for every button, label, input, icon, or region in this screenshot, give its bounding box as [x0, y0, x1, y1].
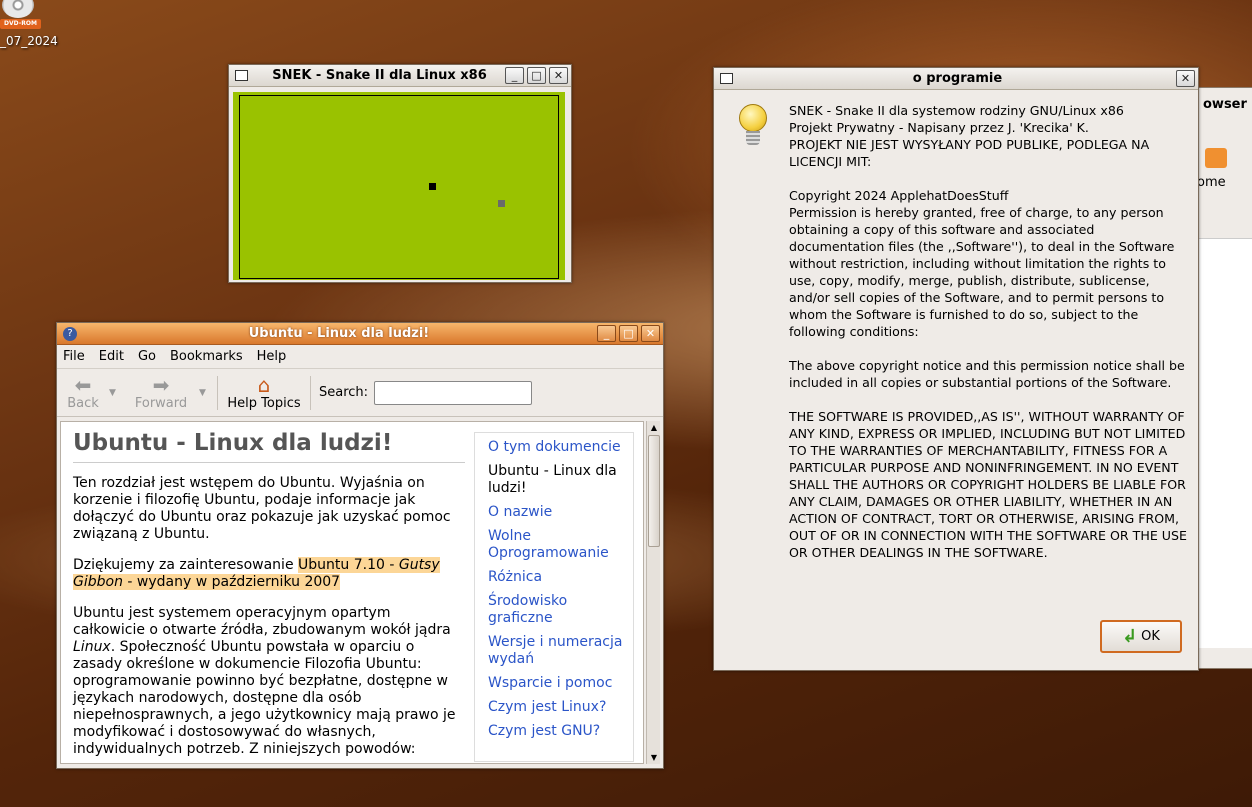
- document-body: Ubuntu - Linux dla ludzi! Ten rozdział j…: [73, 430, 465, 763]
- background-browser-content: [1191, 238, 1252, 648]
- snake-head: [429, 183, 436, 190]
- dvd-rom-tag: DVD-ROM: [0, 19, 41, 29]
- dvd-rom-desktop-icon[interactable]: DVD-ROM _07_2024: [0, 0, 62, 52]
- lightbulb-icon: [736, 104, 770, 150]
- help-topics-label: Help Topics: [227, 396, 301, 411]
- back-button[interactable]: ⬅ Back: [57, 374, 109, 411]
- search-label: Search:: [319, 385, 369, 400]
- window-menu-icon[interactable]: [720, 73, 733, 84]
- thanks-paragraph: Dziękujemy za zainteresowanie Ubuntu 7.1…: [73, 557, 465, 591]
- toc-link[interactable]: Wersje i numeracja wydań: [488, 634, 633, 668]
- menu-bookmarks[interactable]: Bookmarks: [170, 349, 243, 364]
- snek-titlebar[interactable]: SNEK - Snake II dla Linux x86 _ □ ✕: [229, 65, 571, 87]
- forward-dropdown-icon[interactable]: ▼: [199, 388, 213, 398]
- license-text: SNEK - Snake II dla systemow rodziny GNU…: [789, 103, 1187, 560]
- forward-arrow-icon: ➡: [152, 373, 170, 397]
- thanks-text: Dziękujemy za zainteresowanie: [73, 557, 299, 573]
- menu-help[interactable]: Help: [257, 349, 287, 364]
- menu-edit[interactable]: Edit: [99, 349, 124, 364]
- snake-food: [498, 200, 505, 207]
- maximize-button[interactable]: □: [527, 67, 546, 84]
- home-icon: ⌂: [257, 373, 271, 397]
- about-titlebar[interactable]: o programie ✕: [714, 68, 1198, 90]
- close-button[interactable]: ✕: [641, 325, 660, 342]
- back-arrow-icon: ⬅: [74, 373, 92, 397]
- toc-link[interactable]: Czym jest Linux?: [488, 699, 633, 716]
- about-title: o programie: [912, 71, 1003, 86]
- scroll-up-icon[interactable]: ▲: [647, 421, 661, 434]
- maximize-button[interactable]: □: [619, 325, 638, 342]
- toolbar-separator: [217, 375, 218, 410]
- document-view[interactable]: Ubuntu - Linux dla ludzi! Ten rozdział j…: [60, 421, 644, 764]
- forward-label: Forward: [134, 396, 188, 411]
- ok-button[interactable]: ↲ OK: [1100, 620, 1182, 653]
- game-field[interactable]: [233, 92, 565, 280]
- toc-link[interactable]: Środowisko graficzne: [488, 593, 633, 627]
- help-title: Ubuntu - Linux dla ludzi!: [248, 326, 430, 341]
- help-icon[interactable]: ?: [63, 326, 77, 341]
- home-icon[interactable]: [1205, 148, 1227, 168]
- toc-link[interactable]: Różnica: [488, 569, 633, 586]
- minimize-button[interactable]: _: [505, 67, 524, 84]
- desktop-icon-label: _07_2024: [0, 34, 58, 48]
- close-button[interactable]: ✕: [1176, 70, 1195, 87]
- help-browser-window[interactable]: ? Ubuntu - Linux dla ludzi! _ □ ✕ File E…: [56, 322, 664, 769]
- snek-window[interactable]: SNEK - Snake II dla Linux x86 _ □ ✕: [228, 64, 572, 283]
- toc-current: Ubuntu - Linux dla ludzi!: [488, 463, 617, 496]
- description-paragraph: Ubuntu jest systemem operacyjnym opartym…: [73, 605, 456, 757]
- home-label[interactable]: ome: [1197, 175, 1226, 190]
- game-border: [239, 95, 559, 279]
- menubar: File Edit Go Bookmarks Help: [57, 345, 663, 369]
- toc-link[interactable]: O nazwie: [488, 504, 633, 521]
- toc-link[interactable]: Wsparcie i pomoc: [488, 675, 633, 692]
- document-heading: Ubuntu - Linux dla ludzi!: [73, 430, 465, 463]
- vertical-scrollbar[interactable]: ▲ ▼: [646, 421, 660, 764]
- back-dropdown-icon[interactable]: ▼: [109, 388, 123, 398]
- intro-paragraph: Ten rozdział jest wstępem do Ubuntu. Wyj…: [73, 475, 451, 542]
- search-input[interactable]: [374, 380, 533, 405]
- minimize-button[interactable]: _: [597, 325, 616, 342]
- toolbar-separator: [310, 375, 311, 410]
- about-dialog[interactable]: o programie ✕ SNEK - Snake II dla system…: [713, 67, 1199, 671]
- toc-link[interactable]: Czym jest GNU?: [488, 723, 633, 740]
- background-browser-title: owser: [1203, 97, 1247, 112]
- toc-link[interactable]: O tym dokumencie: [488, 439, 633, 456]
- menu-go[interactable]: Go: [138, 349, 156, 364]
- toc-link[interactable]: Wolne Oprogramowanie: [488, 528, 633, 562]
- scroll-thumb[interactable]: [648, 435, 660, 547]
- snek-title: SNEK - Snake II dla Linux x86: [272, 68, 487, 83]
- table-of-contents: O tym dokumencie Ubuntu - Linux dla ludz…: [474, 432, 634, 762]
- background-browser-window[interactable]: owser ome: [1190, 87, 1252, 669]
- scroll-down-icon[interactable]: ▼: [647, 751, 661, 764]
- back-label: Back: [67, 396, 99, 411]
- forward-button[interactable]: ➡ Forward: [123, 374, 199, 411]
- help-topics-button[interactable]: ⌂ Help Topics: [222, 374, 306, 411]
- close-button[interactable]: ✕: [549, 67, 568, 84]
- disc-icon: [2, 0, 34, 18]
- ok-arrow-icon: ↲: [1122, 626, 1138, 647]
- menu-file[interactable]: File: [63, 349, 85, 364]
- ok-label: OK: [1141, 629, 1160, 644]
- window-menu-icon[interactable]: [235, 70, 248, 81]
- help-titlebar[interactable]: ? Ubuntu - Linux dla ludzi! _ □ ✕: [57, 323, 663, 345]
- toolbar: ⬅ Back ▼ ➡ Forward ▼ ⌂ Help Topics Searc…: [57, 369, 663, 417]
